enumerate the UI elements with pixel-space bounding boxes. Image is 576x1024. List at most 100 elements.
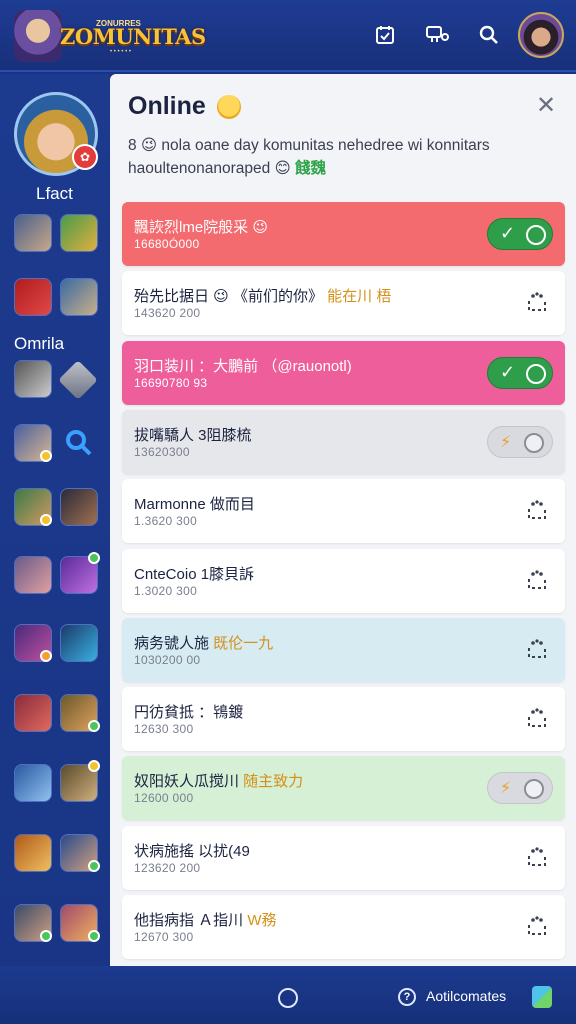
friend-avatar[interactable]	[14, 214, 52, 252]
toggle-knob	[526, 364, 546, 384]
list-item-name-text: 他指病指 Ａ指川	[134, 912, 248, 929]
status-dot	[40, 450, 52, 462]
list-item[interactable]: 円彷貧抵 ：鴇鍍 12630 300	[122, 687, 565, 751]
online-dot	[88, 552, 100, 564]
panel-description: 8 😉 nola oane day komunitas nehedree wi …	[128, 134, 548, 180]
list-item[interactable]: 拔嘴驕人 3阻膝梳 13620300 ⚡	[122, 410, 565, 474]
list-item[interactable]: Marmonne 做而目 1.3620 300	[122, 479, 565, 543]
more-options-icon[interactable]	[525, 707, 549, 731]
list-item-name: 他指病指 Ａ指川 W務	[134, 909, 277, 930]
more-options-icon[interactable]	[525, 846, 549, 870]
smiley-icon	[217, 95, 241, 119]
online-dot	[40, 930, 52, 942]
status-dot	[40, 514, 52, 526]
calendar-icon[interactable]	[370, 20, 400, 50]
page-title: Online	[128, 92, 206, 120]
online-dot	[88, 860, 100, 872]
more-options-icon[interactable]	[525, 638, 549, 662]
more-options-icon[interactable]	[525, 291, 549, 315]
friends-icon[interactable]	[422, 20, 452, 50]
sidebar-search-icon[interactable]	[64, 428, 94, 463]
toggle-knob	[526, 225, 546, 245]
list-item-accent-text: 能在川 梧	[327, 288, 392, 305]
more-options-icon[interactable]	[525, 915, 549, 939]
list-item-name-text: 状病施搖 以扰(49	[134, 843, 250, 860]
bolt-icon: ⚡	[500, 434, 512, 451]
list-item-meta: 143620 200	[134, 306, 201, 320]
toggle-knob	[524, 779, 544, 799]
list-item-name: 状病施搖 以扰(49	[134, 840, 250, 861]
list-item-name: 飄詼烈lme院般采 😉	[134, 216, 268, 237]
list-item[interactable]: 病务號人施 既伦一九 1030200 00	[122, 618, 565, 682]
toggle-knob	[524, 433, 544, 453]
friend-avatar[interactable]	[14, 556, 52, 594]
list-item-name-text: 飄詼烈lme院般采 😉	[134, 219, 268, 236]
online-panel: Online ✕ 8 😉 nola oane day komunitas neh…	[110, 74, 576, 966]
list-item-accent-text: 随主致力	[243, 773, 304, 790]
app-logo[interactable]: ZONURRES ZOMUNITAS • • • • • •	[10, 6, 206, 66]
list-item-meta: 123620 200	[134, 861, 201, 875]
bolt-icon: ⚡	[500, 780, 512, 797]
app-badge-icon[interactable]	[532, 986, 552, 1008]
close-button[interactable]: ✕	[530, 90, 562, 122]
list-item-name-text: 奴阳妖人瓜搅川	[134, 773, 244, 790]
friend-avatar[interactable]	[14, 764, 52, 802]
list-item[interactable]: 羽口装川 ：大鵬前 （@rauonotl) 16690780 93 ✓	[122, 341, 565, 405]
logo-character-icon	[14, 10, 62, 62]
user-avatar[interactable]	[518, 12, 564, 58]
home-button[interactable]	[278, 988, 298, 1008]
friend-avatar[interactable]	[14, 694, 52, 732]
list-item-accent-text: 既伦一九	[213, 635, 274, 652]
status-toggle[interactable]: ⚡	[487, 426, 553, 458]
list-item-name-text: 病务號人施	[134, 635, 214, 652]
check-icon: ✓	[500, 362, 516, 382]
list-item[interactable]: 奴阳妖人瓜搅川 随主致力 12600 000 ⚡	[122, 756, 565, 820]
list-item-meta: 16680Ó000	[134, 237, 200, 251]
more-options-icon[interactable]	[525, 499, 549, 523]
list-item[interactable]: 殆先比据日 😉 《前们的你》 能在川 梧 143620 200	[122, 271, 565, 335]
profile-badge-icon: ✿	[72, 144, 98, 170]
friend-avatar[interactable]	[14, 278, 52, 316]
list-item-name-text: 円彷貧抵 ：鴇鍍	[134, 704, 244, 721]
more-options-icon[interactable]	[525, 569, 549, 593]
friend-avatar[interactable]	[60, 214, 98, 252]
friends-sidebar: ✿ Lfact Omrila	[0, 74, 110, 966]
top-bar: ZONURRES ZOMUNITAS • • • • • •	[0, 0, 576, 72]
list-item-name-text: 拔嘴驕人 3阻膝梳	[134, 427, 252, 444]
list-item-name: 病务號人施 既伦一九	[134, 632, 273, 653]
bottom-label[interactable]: Aotilcomates	[426, 988, 506, 1004]
list-item[interactable]: 飄詼烈lme院般采 😉 16680Ó000 ✓	[122, 202, 565, 266]
online-toggle[interactable]: ✓	[487, 218, 553, 250]
status-dot	[40, 650, 52, 662]
list-item-name-text: CnteCoio 1膝貝訴	[134, 566, 255, 583]
online-toggle[interactable]: ✓	[487, 357, 553, 389]
online-dot	[88, 720, 100, 732]
list-item-name: 拔嘴驕人 3阻膝梳	[134, 424, 252, 445]
list-item-accent-text: W務	[247, 912, 277, 929]
friend-avatar[interactable]	[14, 834, 52, 872]
list-item-name: 羽口装川 ：大鵬前 （@rauonotl)	[134, 355, 352, 376]
help-icon[interactable]: ?	[398, 988, 416, 1006]
friend-avatar[interactable]	[60, 488, 98, 526]
list-item[interactable]: CnteCoio 1膝貝訴 1.3020 300	[122, 549, 565, 613]
friend-avatar[interactable]	[14, 360, 52, 398]
list-item-meta: 12600 000	[134, 791, 194, 805]
status-toggle[interactable]: ⚡	[487, 772, 553, 804]
shield-icon[interactable]	[58, 360, 98, 400]
friend-avatar[interactable]	[60, 624, 98, 662]
list-item[interactable]: 他指病指 Ａ指川 W務 12670 300	[122, 895, 565, 959]
logo-text: ZOMUNITAS	[60, 24, 206, 49]
list-item-name: 円彷貧抵 ：鴇鍍	[134, 701, 243, 722]
description-tag: 餞魏	[295, 160, 327, 177]
friend-avatar[interactable]	[60, 278, 98, 316]
check-icon: ✓	[500, 223, 516, 243]
list-item-name-text: 羽口装川 ：大鵬前 （@rauonotl)	[134, 358, 352, 375]
list-item-meta: 1.3020 300	[134, 584, 198, 598]
search-icon[interactable]	[474, 20, 504, 50]
list-item[interactable]: 状病施搖 以扰(49 123620 200	[122, 826, 565, 890]
list-item-name: 奴阳妖人瓜搅川 随主致力	[134, 770, 303, 791]
list-item-name: 殆先比据日 😉 《前们的你》 能在川 梧	[134, 285, 391, 306]
list-item-name: CnteCoio 1膝貝訴	[134, 563, 254, 584]
list-item-meta: 16690780 93	[134, 376, 208, 390]
status-dot	[88, 760, 100, 772]
